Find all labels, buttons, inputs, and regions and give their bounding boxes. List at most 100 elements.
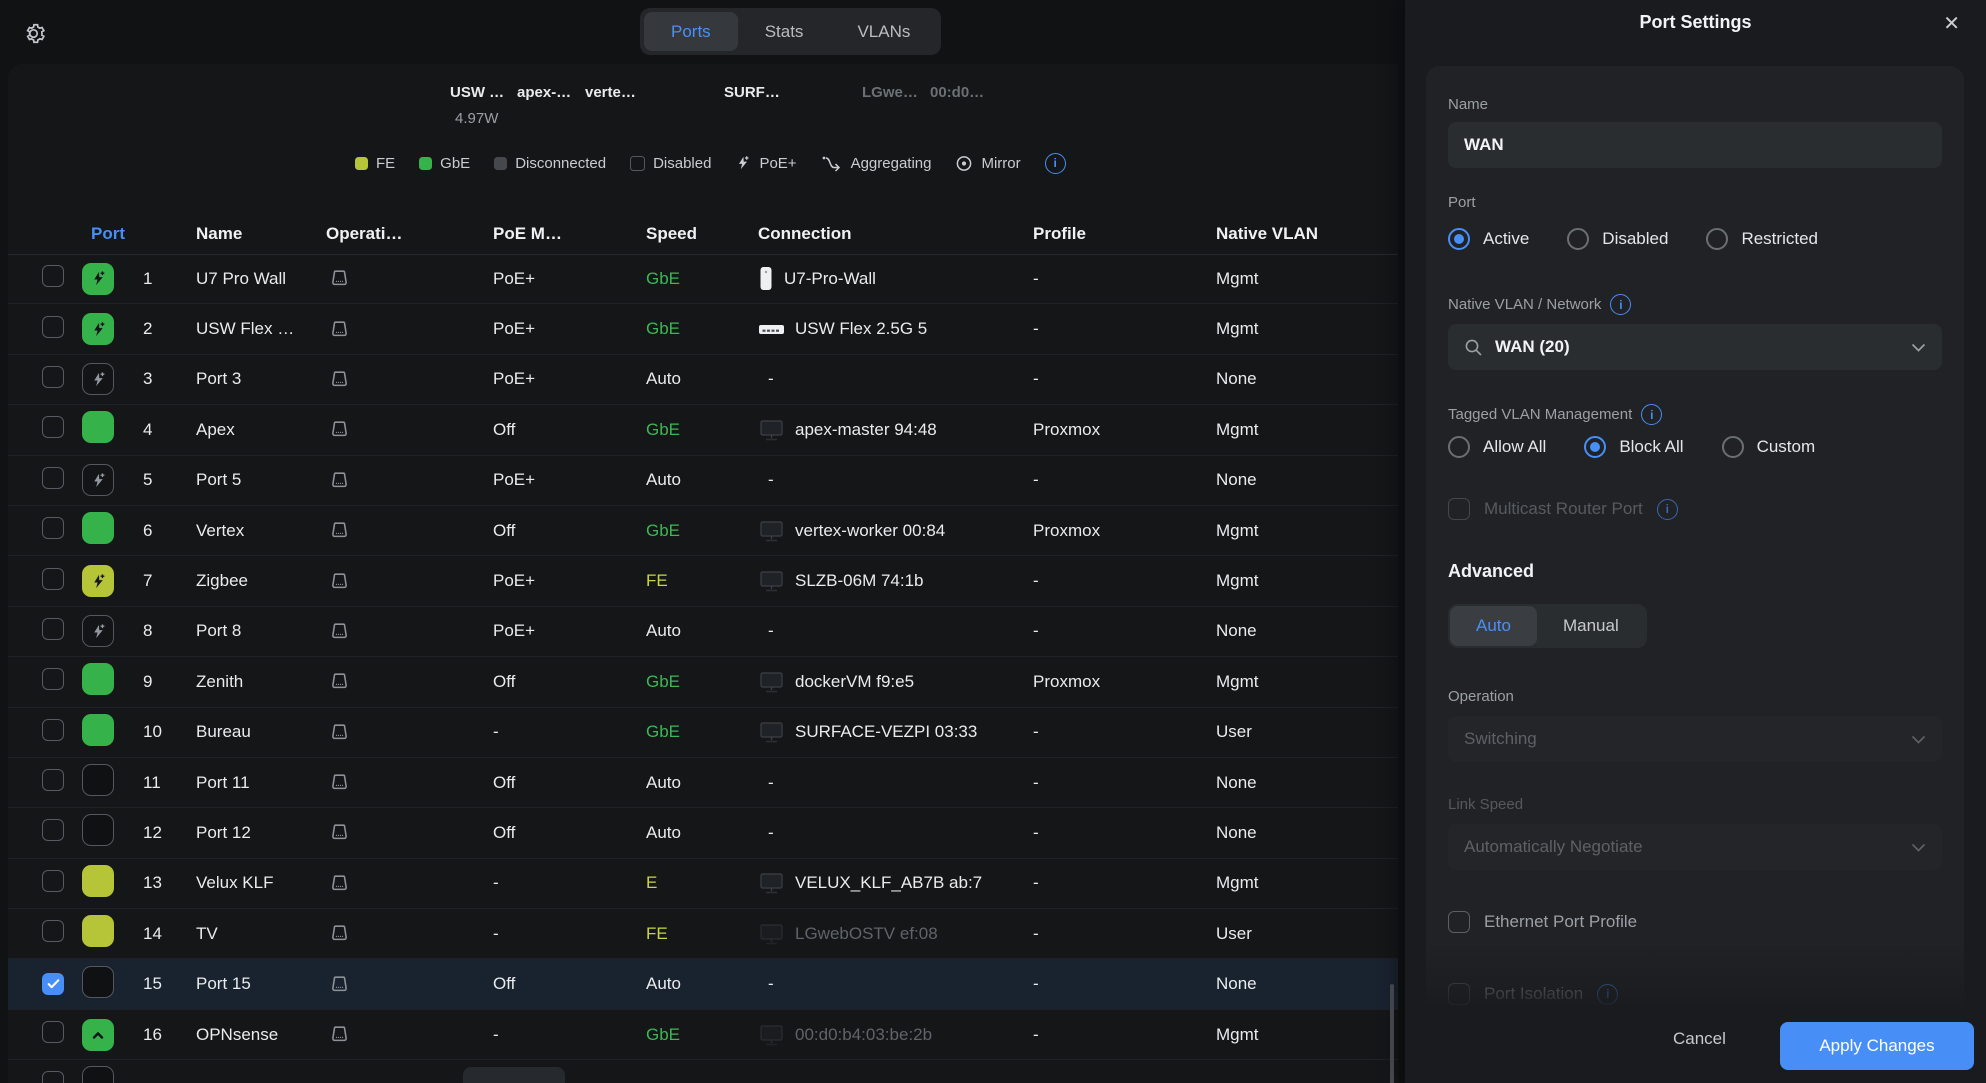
name-input[interactable]: WAN (1448, 122, 1942, 168)
row-checkbox[interactable] (42, 1021, 64, 1043)
port-number: 8 (140, 621, 196, 641)
row-checkbox[interactable] (42, 416, 64, 438)
port-status-icon (82, 865, 114, 897)
table-row[interactable]: 6 Vertex Off GbE vertex-worker 00:84 Pro… (8, 506, 1398, 556)
table-row[interactable] (8, 1060, 1398, 1083)
table-row[interactable]: 2 USW Flex … PoE+ GbE USW Flex 2.5G 5 - … (8, 304, 1398, 354)
legend-label: PoE+ (759, 155, 796, 172)
radio-disabled[interactable]: Disabled (1567, 228, 1668, 250)
radio-label: Block All (1619, 437, 1683, 457)
header-poe-mode[interactable]: PoE M… (493, 224, 646, 244)
table-row[interactable]: 12 Port 12 Off Auto - - None (8, 808, 1398, 858)
connection-name: SURFACE-VEZPI 03:33 (795, 722, 977, 742)
mode-auto[interactable]: Auto (1450, 606, 1537, 646)
table-row[interactable]: 14 TV - FE LGwebOSTV ef:08 - User (8, 909, 1398, 959)
disconnected-swatch (494, 157, 507, 170)
port-status-icon (82, 464, 114, 496)
apply-changes-button[interactable]: Apply Changes (1780, 1022, 1974, 1070)
native-vlan-cell: None (1216, 621, 1398, 641)
row-checkbox[interactable] (42, 973, 64, 995)
connection-name: U7-Pro-Wall (784, 269, 876, 289)
table-row[interactable]: 8 Port 8 PoE+ Auto - - None (8, 607, 1398, 657)
row-checkbox[interactable] (42, 366, 64, 388)
table-row[interactable]: 16 OPNsense - GbE 00:d0:b4:03:be:2b - Mg… (8, 1010, 1398, 1060)
radio-active[interactable]: Active (1448, 228, 1529, 250)
row-checkbox[interactable] (42, 769, 64, 791)
native-vlan-cell: None (1216, 823, 1398, 843)
header-native-vlan[interactable]: Native VLAN (1216, 224, 1398, 244)
table-row[interactable]: 5 Port 5 PoE+ Auto - - None (8, 456, 1398, 506)
radio-restricted[interactable]: Restricted (1706, 228, 1818, 250)
tab-ports[interactable]: Ports (644, 12, 738, 51)
operation-select[interactable]: Switching (1448, 716, 1942, 762)
row-checkbox[interactable] (42, 1071, 64, 1083)
operation-device-icon (326, 366, 493, 393)
header-connection[interactable]: Connection (758, 224, 1033, 244)
link-speed-select[interactable]: Automatically Negotiate (1448, 824, 1942, 870)
native-vlan-cell: Mgmt (1216, 269, 1398, 289)
radio-dot (1584, 436, 1606, 458)
port-isolation-info-icon[interactable] (1597, 984, 1618, 1005)
speed-cell: Auto (646, 773, 758, 793)
mode-manual[interactable]: Manual (1537, 606, 1645, 646)
partial-bottom-button[interactable] (463, 1067, 565, 1083)
row-checkbox[interactable] (42, 517, 64, 539)
row-checkbox[interactable] (42, 920, 64, 942)
row-checkbox[interactable] (42, 618, 64, 640)
table-row[interactable]: 7 Zigbee PoE+ FE SLZB-06M 74:1b - Mgmt (8, 556, 1398, 606)
tagged-vlan-info-icon[interactable] (1641, 404, 1662, 425)
header-port[interactable]: Port (82, 224, 196, 244)
legend-aggregating: Aggregating (821, 155, 932, 172)
multicast-checkbox[interactable] (1448, 498, 1470, 520)
table-row[interactable]: 1 U7 Pro Wall PoE+ GbE U7-Pro-Wall - Mgm… (8, 254, 1398, 304)
cancel-button[interactable]: Cancel (1673, 1029, 1726, 1049)
row-checkbox[interactable] (42, 265, 64, 287)
radio-custom[interactable]: Custom (1722, 436, 1816, 458)
port-isolation-checkbox-row: Port Isolation (1448, 983, 1618, 1005)
radio-label: Disabled (1602, 229, 1668, 249)
row-checkbox[interactable] (42, 819, 64, 841)
table-scrollbar[interactable] (1390, 984, 1394, 1083)
port-name: Bureau (196, 722, 326, 742)
radio-block-all[interactable]: Block All (1584, 436, 1683, 458)
port-isolation-checkbox[interactable] (1448, 983, 1470, 1005)
table-row[interactable]: 13 Velux KLF - E VELUX_KLF_AB7B ab:7 - M… (8, 859, 1398, 909)
row-checkbox[interactable] (42, 668, 64, 690)
radio-allow-all[interactable]: Allow All (1448, 436, 1546, 458)
table-row[interactable]: 4 Apex Off GbE apex-master 94:48 Proxmox… (8, 405, 1398, 455)
row-checkbox[interactable] (42, 719, 64, 741)
ethernet-profile-checkbox[interactable] (1448, 911, 1470, 933)
poe-bolt-icon (735, 155, 751, 171)
table-row[interactable]: 15 Port 15 Off Auto - - None (8, 959, 1398, 1009)
header-speed[interactable]: Speed (646, 224, 758, 244)
table-row[interactable]: 9 Zenith Off GbE dockerVM f9:e5 Proxmox … (8, 657, 1398, 707)
multicast-info-icon[interactable] (1657, 499, 1678, 520)
legend-info-icon[interactable] (1045, 153, 1066, 174)
table-row[interactable]: 10 Bureau - GbE SURFACE-VEZPI 03:33 - Us… (8, 708, 1398, 758)
header-operation[interactable]: Operati… (326, 224, 493, 244)
port-name: Zigbee (196, 571, 326, 591)
table-row[interactable]: 3 Port 3 PoE+ Auto - - None (8, 355, 1398, 405)
settings-gear-icon[interactable] (18, 18, 48, 48)
header-name[interactable]: Name (196, 224, 326, 244)
close-icon[interactable]: ✕ (1943, 11, 1960, 36)
operation-value: Switching (1464, 729, 1899, 749)
poe-mode-cell: - (493, 1025, 646, 1045)
port-number: 16 (140, 1025, 196, 1045)
native-vlan-info-icon[interactable] (1610, 294, 1631, 315)
native-vlan-select[interactable]: WAN (20) (1448, 324, 1942, 370)
tab-stats[interactable]: Stats (738, 12, 831, 51)
table-row[interactable]: 11 Port 11 Off Auto - - None (8, 758, 1398, 808)
port-settings-panel: Port Settings ✕ Name WAN Port Active Dis… (1405, 0, 1986, 1083)
row-checkbox[interactable] (42, 870, 64, 892)
operation-device-icon (326, 668, 493, 695)
row-checkbox[interactable] (42, 316, 64, 338)
port-status-icon (82, 263, 114, 295)
tab-vlans[interactable]: VLANs (830, 12, 937, 51)
row-checkbox[interactable] (42, 568, 64, 590)
port-legend: FE GbE Disconnected Disabled PoE+ Aggreg… (355, 150, 1066, 176)
legend-fe: FE (355, 155, 395, 172)
native-vlan-cell: None (1216, 369, 1398, 389)
header-profile[interactable]: Profile (1033, 224, 1216, 244)
row-checkbox[interactable] (42, 467, 64, 489)
